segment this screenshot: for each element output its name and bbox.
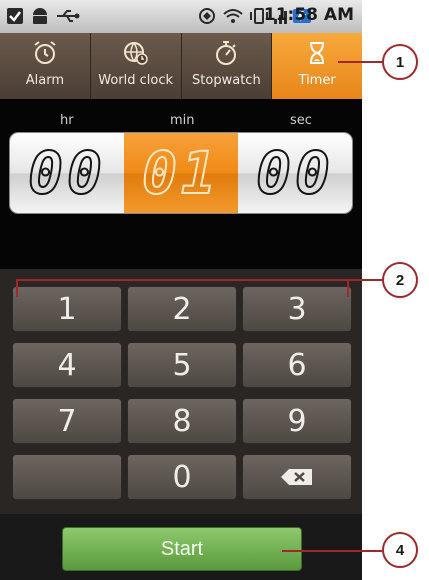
globe-clock-icon: [123, 42, 148, 65]
hours-unit-label: hr: [60, 113, 74, 128]
backspace-button[interactable]: [242, 454, 352, 500]
usb-icon: [57, 10, 80, 22]
seconds-value: 00: [255, 138, 334, 208]
key-5[interactable]: 5: [127, 342, 237, 388]
timer-display: hr min sec 00 01 00: [0, 99, 362, 269]
tab-bar: Alarm World clock Stopwatch Timer: [0, 33, 362, 99]
key-4[interactable]: 4: [12, 342, 122, 388]
hours-value: 00: [27, 138, 106, 208]
number-keypad: 1 2 3 4 5 6 7 8 9 0: [0, 269, 362, 514]
wifi-icon: [223, 9, 243, 23]
tab-label-alarm: Alarm: [25, 73, 64, 88]
tab-world-clock[interactable]: World clock: [91, 33, 182, 99]
status-bar: 11:58 AM: [0, 0, 362, 33]
tab-alarm[interactable]: Alarm: [0, 33, 91, 99]
key-9[interactable]: 9: [242, 398, 352, 444]
key-6[interactable]: 6: [242, 342, 352, 388]
time-readout: 00 01 00: [10, 133, 352, 213]
phone-screen: 11:58 AM Alarm World clock Stopwatch Tim…: [0, 0, 362, 580]
callout-2-bracket-left: [16, 279, 18, 297]
check-icon: [7, 8, 23, 24]
footer-bar: Start: [0, 514, 362, 580]
key-7[interactable]: 7: [12, 398, 122, 444]
key-blank: [12, 454, 122, 500]
key-1[interactable]: 1: [12, 286, 122, 332]
key-0[interactable]: 0: [127, 454, 237, 500]
tab-label-timer: Timer: [298, 73, 336, 88]
callout-2-line: [16, 279, 382, 281]
key-2[interactable]: 2: [127, 286, 237, 332]
callout-2: 2: [382, 262, 418, 298]
android-icon: [33, 8, 47, 24]
signal-strength-icon: [199, 8, 215, 24]
status-clock: 11:58 AM: [263, 5, 354, 25]
backspace-icon: [281, 469, 312, 485]
hourglass-icon: [310, 42, 325, 64]
tab-label-world-clock: World clock: [98, 73, 174, 88]
callout-1: 1: [382, 44, 418, 80]
key-8[interactable]: 8: [127, 398, 237, 444]
tab-stopwatch[interactable]: Stopwatch: [182, 33, 273, 99]
key-3[interactable]: 3: [242, 286, 352, 332]
callout-2-bracket-right: [347, 279, 349, 297]
start-button[interactable]: Start: [62, 527, 302, 571]
minutes-field[interactable]: 01: [124, 133, 238, 213]
seconds-unit-label: sec: [290, 113, 312, 128]
seconds-field[interactable]: 00: [238, 133, 352, 213]
stopwatch-icon: [216, 41, 237, 65]
hours-field[interactable]: 00: [10, 133, 124, 213]
minutes-value: 01: [141, 138, 220, 208]
callout-1-line: [338, 61, 382, 63]
callout-4: 4: [382, 532, 418, 568]
minutes-unit-label: min: [170, 113, 195, 128]
callout-4-line: [282, 550, 382, 552]
tab-label-stopwatch: Stopwatch: [192, 73, 261, 88]
tab-timer[interactable]: Timer: [272, 33, 362, 99]
alarm-clock-icon: [34, 41, 56, 64]
